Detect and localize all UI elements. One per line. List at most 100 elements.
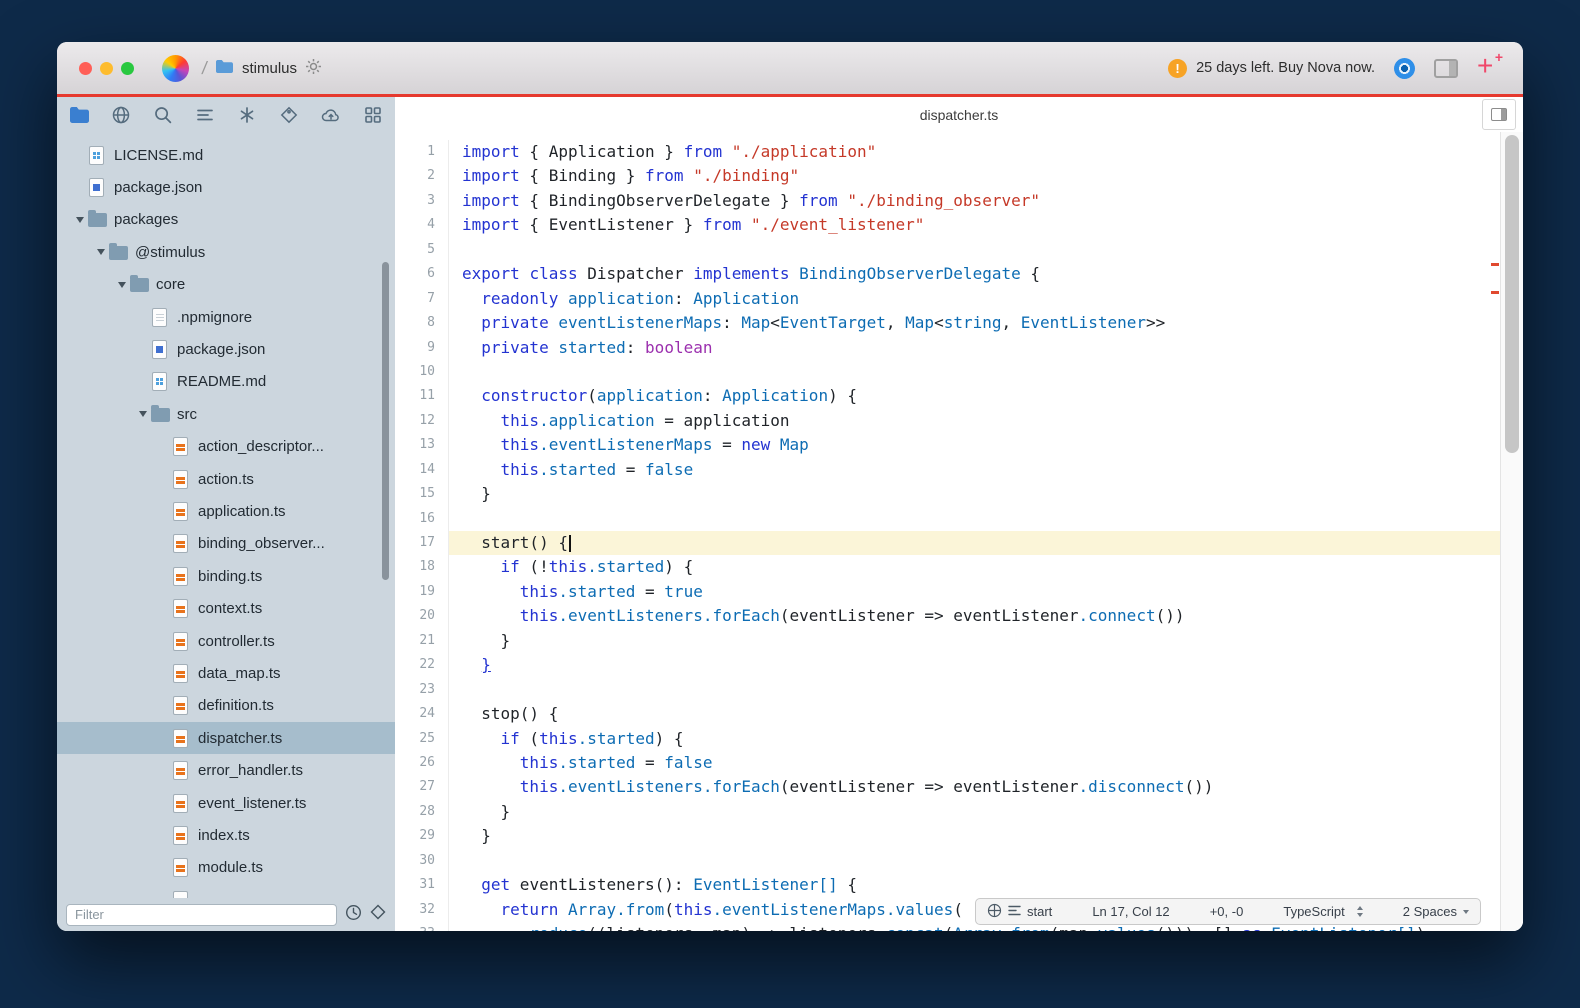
line-number[interactable]: 1 — [395, 140, 449, 164]
apps-grid-icon[interactable] — [360, 102, 386, 128]
code-text[interactable]: get eventListeners(): EventListener[] { — [449, 873, 1500, 897]
task-name[interactable]: start — [1027, 904, 1052, 919]
code-line[interactable]: 10 — [395, 360, 1500, 384]
filter-input[interactable] — [66, 904, 337, 926]
line-number[interactable]: 13 — [395, 433, 449, 457]
tree-item-action_descriptor...[interactable]: action_descriptor... — [57, 431, 395, 463]
line-number[interactable]: 10 — [395, 360, 449, 384]
line-number[interactable]: 5 — [395, 238, 449, 262]
network-globe-icon[interactable] — [987, 903, 1002, 921]
minimize-button[interactable] — [100, 62, 113, 75]
titlebar[interactable]: / stimulus ! 25 days left. Buy Nova now.… — [57, 42, 1523, 94]
tree-item-controller.ts[interactable]: controller.ts — [57, 625, 395, 657]
code-text[interactable]: stop() { — [449, 702, 1500, 726]
code-line[interactable]: 7 readonly application: Application — [395, 287, 1500, 311]
tree-item-dispatcher.ts[interactable]: dispatcher.ts — [57, 722, 395, 754]
code-line[interactable]: 31 get eventListeners(): EventListener[]… — [395, 873, 1500, 897]
code-text[interactable]: this.application = application — [449, 409, 1500, 433]
tree-item-binding.ts[interactable]: binding.ts — [57, 560, 395, 592]
tree-item-event_listener.ts[interactable]: event_listener.ts — [57, 787, 395, 819]
line-number[interactable]: 31 — [395, 873, 449, 897]
code-text[interactable] — [449, 849, 1500, 873]
line-number[interactable]: 20 — [395, 604, 449, 628]
cloud-upload-icon[interactable] — [318, 102, 344, 128]
tree-item-package.json[interactable]: package.json — [57, 171, 395, 203]
tree-item-application.ts[interactable]: application.ts — [57, 495, 395, 527]
line-number[interactable]: 8 — [395, 311, 449, 335]
code-line[interactable]: 12 this.application = application — [395, 409, 1500, 433]
code-text[interactable]: export class Dispatcher implements Bindi… — [449, 262, 1500, 286]
list-icon[interactable] — [192, 102, 218, 128]
editor-scrollbar[interactable] — [1500, 132, 1523, 931]
line-number[interactable]: 2 — [395, 164, 449, 188]
code-text[interactable]: constructor(application: Application) { — [449, 384, 1500, 408]
code-line[interactable]: 14 this.started = false — [395, 458, 1500, 482]
line-number[interactable]: 9 — [395, 336, 449, 360]
line-number[interactable]: 18 — [395, 555, 449, 579]
line-number[interactable]: 32 — [395, 898, 449, 922]
tree-item-LICENSE.md[interactable]: LICENSE.md — [57, 139, 395, 171]
code-line[interactable]: 21 } — [395, 629, 1500, 653]
line-number[interactable]: 24 — [395, 702, 449, 726]
tree-item-.npmignore[interactable]: .npmignore — [57, 301, 395, 333]
code-text[interactable]: } — [449, 629, 1500, 653]
sidebar-scrollbar[interactable] — [382, 262, 389, 580]
code-line[interactable]: 30 — [395, 849, 1500, 873]
code-line[interactable]: 17 start() { — [395, 531, 1500, 555]
toggle-right-panel-button[interactable] — [1482, 99, 1516, 130]
code-line[interactable]: 26 this.started = false — [395, 751, 1500, 775]
code-text[interactable] — [449, 360, 1500, 384]
close-button[interactable] — [79, 62, 92, 75]
code-text[interactable]: readonly application: Application — [449, 287, 1500, 311]
code-text[interactable] — [449, 678, 1500, 702]
code-text[interactable]: if (this.started) { — [449, 727, 1500, 751]
code-line[interactable]: 24 stop() { — [395, 702, 1500, 726]
code-line[interactable]: 15 } — [395, 482, 1500, 506]
line-number[interactable]: 12 — [395, 409, 449, 433]
code-text[interactable]: this.eventListeners.forEach(eventListene… — [449, 604, 1500, 628]
code-text[interactable]: this.eventListeners.forEach(eventListene… — [449, 775, 1500, 799]
code-text[interactable]: } — [449, 824, 1500, 848]
line-number[interactable]: 23 — [395, 678, 449, 702]
tree-item-package.json[interactable]: package.json — [57, 333, 395, 365]
code-line[interactable]: 18 if (!this.started) { — [395, 555, 1500, 579]
line-number[interactable]: 11 — [395, 384, 449, 408]
code-text[interactable]: import { Binding } from "./binding" — [449, 164, 1500, 188]
code-text[interactable]: if (!this.started) { — [449, 555, 1500, 579]
code-text[interactable]: import { Application } from "./applicati… — [449, 140, 1500, 164]
gear-icon[interactable] — [305, 58, 322, 79]
line-number[interactable]: 25 — [395, 727, 449, 751]
code-line[interactable]: 27 this.eventListeners.forEach(eventList… — [395, 775, 1500, 799]
line-number[interactable]: 6 — [395, 262, 449, 286]
zoom-button[interactable] — [121, 62, 134, 75]
code-line[interactable]: 22 } — [395, 653, 1500, 677]
breadcrumb[interactable]: / stimulus — [202, 58, 322, 79]
tree-item-src[interactable]: src — [57, 398, 395, 430]
code-line[interactable]: 28 } — [395, 800, 1500, 824]
line-number[interactable]: 15 — [395, 482, 449, 506]
language-select[interactable]: TypeScript — [1283, 904, 1362, 919]
code-text[interactable]: this.started = true — [449, 580, 1500, 604]
code-line[interactable]: 9 private started: boolean — [395, 336, 1500, 360]
code-text[interactable]: this.started = false — [449, 458, 1500, 482]
tree-item-action.ts[interactable]: action.ts — [57, 463, 395, 495]
code-line[interactable]: 23 — [395, 678, 1500, 702]
code-text[interactable]: private eventListenerMaps: Map<EventTarg… — [449, 311, 1500, 335]
code-line[interactable]: 11 constructor(application: Application)… — [395, 384, 1500, 408]
cursor-position[interactable]: Ln 17, Col 12 — [1092, 904, 1169, 919]
line-number[interactable]: 14 — [395, 458, 449, 482]
preview-icon[interactable] — [1394, 58, 1415, 79]
code-line[interactable]: 16 — [395, 507, 1500, 531]
line-number[interactable]: 19 — [395, 580, 449, 604]
disclosure-triangle[interactable] — [72, 217, 88, 223]
trial-banner[interactable]: ! 25 days left. Buy Nova now. — [1168, 59, 1375, 78]
line-number[interactable]: 26 — [395, 751, 449, 775]
code-line[interactable]: 6export class Dispatcher implements Bind… — [395, 262, 1500, 286]
disclosure-triangle[interactable] — [93, 249, 109, 255]
line-number[interactable]: 30 — [395, 849, 449, 873]
tree-item-error_handler.ts[interactable]: error_handler.ts — [57, 754, 395, 786]
line-number[interactable]: 17 — [395, 531, 449, 555]
tree-item-data_map.ts[interactable]: data_map.ts — [57, 657, 395, 689]
indent-select[interactable]: 2 Spaces — [1403, 904, 1469, 919]
code-line[interactable]: 2import { Binding } from "./binding" — [395, 164, 1500, 188]
